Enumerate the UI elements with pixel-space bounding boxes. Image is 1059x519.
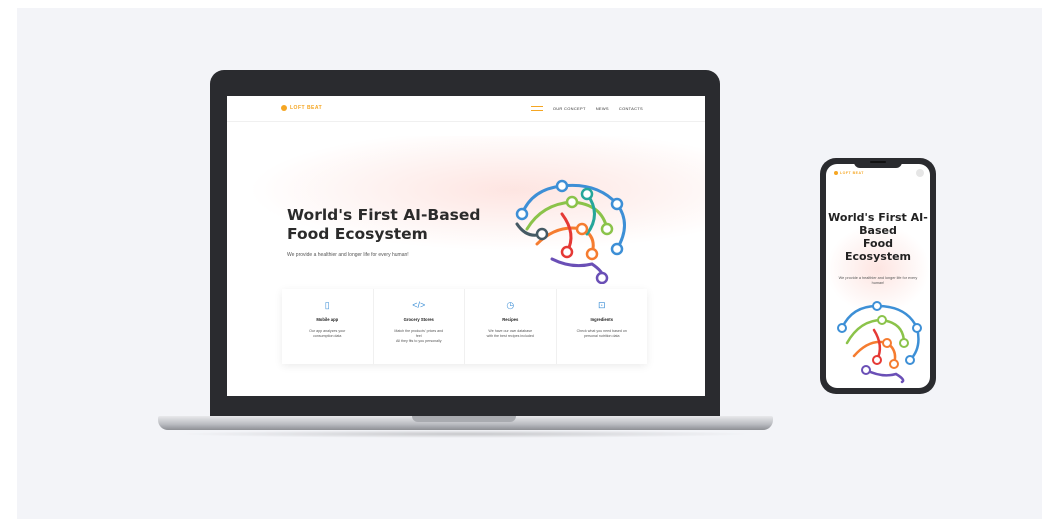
logo-text: LOFT BEAT [840,171,864,175]
nav-item-contacts[interactable]: CONTACTS [619,106,643,111]
feature-description: Check what you need based on personal nu… [576,329,627,338]
site-logo[interactable]: LOFT BEAT [281,105,322,111]
nav-item-our-concept[interactable]: OUR CONCEPT [553,106,586,111]
features-panel: ▯ Mobile app Our app analyzes your consu… [282,289,647,364]
phone-speaker [870,161,886,163]
feature-description: Our app analyzes your consumption data [309,329,346,338]
feature-title: Ingredients [590,317,614,322]
logo-text: LOFT BEAT [290,105,323,111]
phone-hero-subtitle: We provide a healthier and longer life f… [838,276,918,285]
phone-hero-title: World's First AI- Based Food Ecosystem [828,211,928,263]
site-header: LOFT BEAT OUR CONCEPT NEWS CONTACTS [227,96,705,122]
main-nav: OUR CONCEPT NEWS CONTACTS [530,106,643,111]
phone-site-logo[interactable]: LOFT BEAT [834,171,864,175]
code-icon: </> [412,300,426,310]
basket-icon: ⊡ [597,300,606,310]
feature-title: Recipes [502,317,519,322]
feature-recipes[interactable]: ◷ Recipes We have our own database with … [465,289,557,364]
laptop-hinge-notch [412,416,516,422]
nav-item-news[interactable]: NEWS [596,106,609,111]
menu-icon[interactable] [530,106,543,111]
feature-ingredients[interactable]: ⊡ Ingredients Check what you need based … [557,289,648,364]
feature-title: Mobile app [316,317,339,322]
clock-icon: ◷ [506,300,515,310]
laptop-screen: LOFT BEAT OUR CONCEPT NEWS CONTACTS Worl… [227,96,705,396]
phone-icon: ▯ [324,300,330,310]
laptop-shadow [175,430,755,438]
hero-title: World's First AI-Based Food Ecosystem [287,206,481,243]
brain-network-illustration [515,179,626,284]
feature-description: Match the products' prices and feel All … [394,329,444,343]
feature-mobile-app[interactable]: ▯ Mobile app Our app analyzes your consu… [282,289,374,364]
phone-menu-icon[interactable] [916,169,924,177]
logo-icon [834,171,838,175]
logo-icon [281,105,287,111]
phone-screen: LOFT BEAT World's First AI- Based Food E… [826,164,930,388]
feature-grocery-stores[interactable]: </> Grocery Stores Match the products' p… [374,289,465,364]
phone-brain-network-illustration [837,301,922,384]
feature-description: We have our own database with the best r… [486,329,534,338]
hero-subtitle: We provide a healthier and longer life f… [287,252,409,258]
feature-title: Grocery Stores [403,317,434,322]
